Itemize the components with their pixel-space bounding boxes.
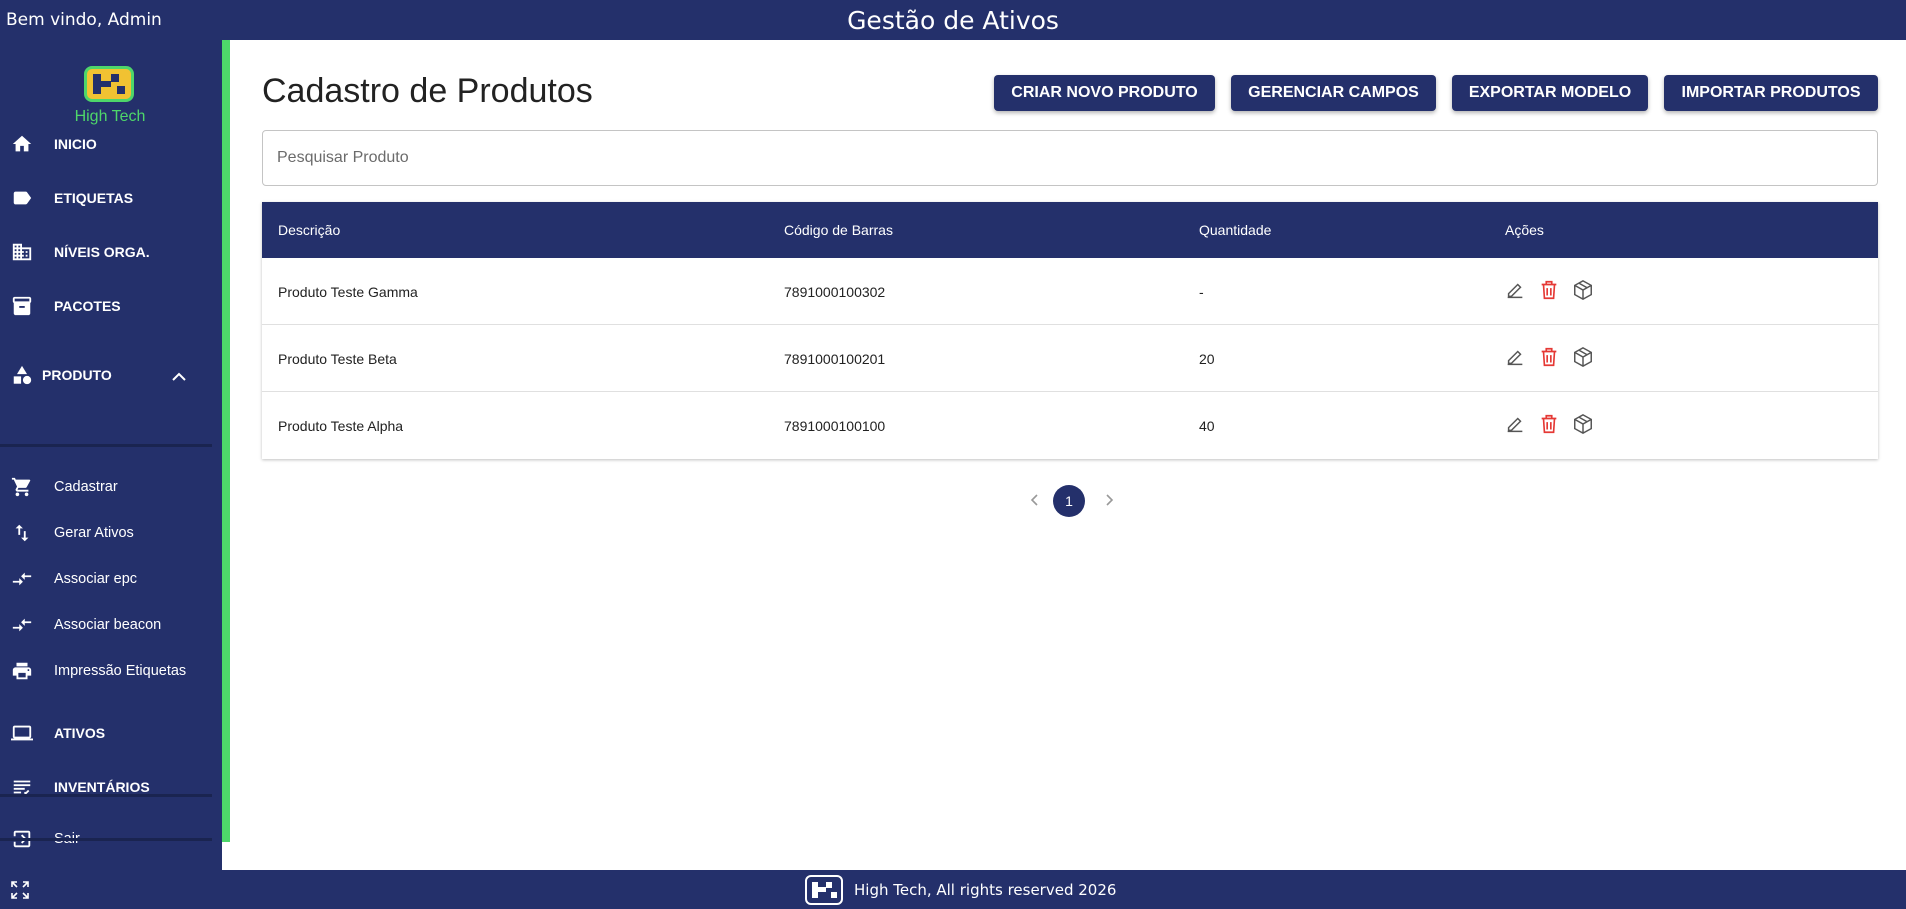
sidebar-item-label: Impressão Etiquetas	[54, 663, 187, 679]
sidebar-item-niveis-orga[interactable]: NÍVEIS ORGA.	[0, 232, 220, 272]
sidebar-item-label: INVENTÁRIOS	[54, 779, 150, 795]
divider	[0, 794, 212, 797]
chevron-up-icon[interactable]	[172, 369, 186, 387]
column-header: Descrição	[278, 222, 341, 238]
search-input[interactable]	[262, 130, 1878, 186]
delete-icon[interactable]	[1537, 345, 1561, 369]
swap-vert-icon	[10, 521, 34, 545]
column-header: Código de Barras	[784, 222, 893, 238]
table-row: Produto Teste Gamma 7891000100302 -	[262, 258, 1878, 325]
high-tech-logo	[805, 875, 843, 905]
sidebar-item-label: NÍVEIS ORGA.	[54, 244, 150, 260]
high-tech-logo	[84, 66, 134, 102]
import-products-button[interactable]: IMPORTAR PRODUTOS	[1664, 75, 1878, 111]
sidebar-item-label: INICIO	[54, 136, 97, 152]
sidebar-item-impressao-etiquetas[interactable]: Impressão Etiquetas	[0, 651, 220, 691]
main-content: Cadastro de Produtos CRIAR NOVO PRODUTO …	[230, 40, 1906, 870]
row-actions	[1503, 412, 1595, 436]
sidebar-item-label: PACOTES	[54, 298, 121, 314]
category-icon	[10, 363, 34, 387]
create-product-button[interactable]: CRIAR NOVO PRODUTO	[994, 75, 1215, 111]
fullscreen-icon[interactable]	[10, 880, 30, 905]
delete-icon[interactable]	[1537, 412, 1561, 436]
cell-quantidade: 20	[1199, 351, 1215, 367]
sidebar: High Tech INICIO ETIQUETAS NÍVEIS ORGA. …	[0, 40, 222, 870]
cell-quantidade: -	[1199, 284, 1204, 300]
sidebar-item-cadastrar[interactable]: Cadastrar	[0, 467, 220, 507]
edit-icon[interactable]	[1503, 278, 1527, 302]
cart-icon	[10, 475, 34, 499]
column-header: Quantidade	[1199, 222, 1272, 238]
chevron-right-icon[interactable]	[1102, 492, 1116, 513]
sidebar-item-label: Associar beacon	[54, 617, 162, 633]
footer-text: High Tech, All rights reserved 2026	[854, 881, 1117, 899]
sidebar-item-associar-epc[interactable]: Associar epc	[0, 559, 220, 599]
sidebar-item-ativos[interactable]: ATIVOS	[0, 713, 220, 753]
package-icon[interactable]	[1571, 345, 1595, 369]
compare-arrows-icon	[10, 567, 34, 591]
cell-descricao: Produto Teste Beta	[278, 351, 397, 367]
sidebar-item-label: ETIQUETAS	[54, 190, 134, 206]
export-model-button[interactable]: EXPORTAR MODELO	[1452, 75, 1648, 111]
page-button[interactable]: 1	[1053, 485, 1085, 517]
edit-icon[interactable]	[1503, 345, 1527, 369]
home-icon	[10, 132, 34, 156]
chevron-left-icon[interactable]	[1028, 492, 1042, 513]
archive-icon	[10, 294, 34, 318]
footer: High Tech, All rights reserved 2026	[0, 870, 1906, 909]
cell-descricao: Produto Teste Gamma	[278, 284, 418, 300]
page-title: Cadastro de Produtos	[262, 72, 593, 110]
cell-quantidade: 40	[1199, 418, 1215, 434]
sidebar-item-label: ATIVOS	[54, 725, 106, 741]
print-icon	[10, 659, 34, 683]
sidebar-group-produto[interactable]: PRODUTO	[0, 355, 220, 395]
compare-arrows-icon	[10, 613, 34, 637]
row-actions	[1503, 345, 1595, 369]
sidebar-item-inventarios[interactable]: INVENTÁRIOS	[0, 767, 220, 807]
top-bar: Bem vindo, Admin Gestão de Ativos	[0, 0, 1906, 40]
sidebar-item-associar-beacon[interactable]: Associar beacon	[0, 605, 220, 645]
sidebar-item-label: Associar epc	[54, 571, 138, 587]
package-icon[interactable]	[1571, 278, 1595, 302]
divider	[0, 444, 212, 447]
cell-codigo: 7891000100302	[784, 284, 886, 300]
table-row: Produto Teste Beta 7891000100201 20	[262, 325, 1878, 392]
pagination: 1	[230, 484, 1906, 518]
table-row: Produto Teste Alpha 7891000100100 40	[262, 392, 1878, 459]
table-header: Descrição Código de Barras Quantidade Aç…	[262, 202, 1878, 258]
laptop-icon	[10, 721, 34, 745]
sidebar-accent-bar	[222, 40, 230, 842]
cell-descricao: Produto Teste Alpha	[278, 418, 404, 434]
sidebar-item-label: Gerar Ativos	[54, 525, 134, 541]
cell-codigo: 7891000100100	[784, 418, 886, 434]
products-table: Descrição Código de Barras Quantidade Aç…	[262, 202, 1878, 459]
sidebar-item-gerar-ativos[interactable]: Gerar Ativos	[0, 513, 220, 553]
sidebar-item-etiquetas[interactable]: ETIQUETAS	[0, 178, 220, 218]
row-actions	[1503, 278, 1595, 302]
sidebar-item-pacotes[interactable]: PACOTES	[0, 286, 220, 326]
package-icon[interactable]	[1571, 412, 1595, 436]
building-icon	[10, 240, 34, 264]
sidebar-item-inicio[interactable]: INICIO	[0, 124, 220, 164]
sidebar-item-label: Cadastrar	[54, 479, 118, 495]
delete-icon[interactable]	[1537, 278, 1561, 302]
label-icon	[10, 186, 34, 210]
sidebar-group-label: PRODUTO	[42, 367, 112, 383]
cell-codigo: 7891000100201	[784, 351, 886, 367]
manage-fields-button[interactable]: GERENCIAR CAMPOS	[1231, 75, 1436, 111]
column-header: Ações	[1505, 222, 1544, 238]
app-title: Gestão de Ativos	[847, 6, 1059, 35]
edit-icon[interactable]	[1503, 412, 1527, 436]
divider	[0, 838, 212, 841]
